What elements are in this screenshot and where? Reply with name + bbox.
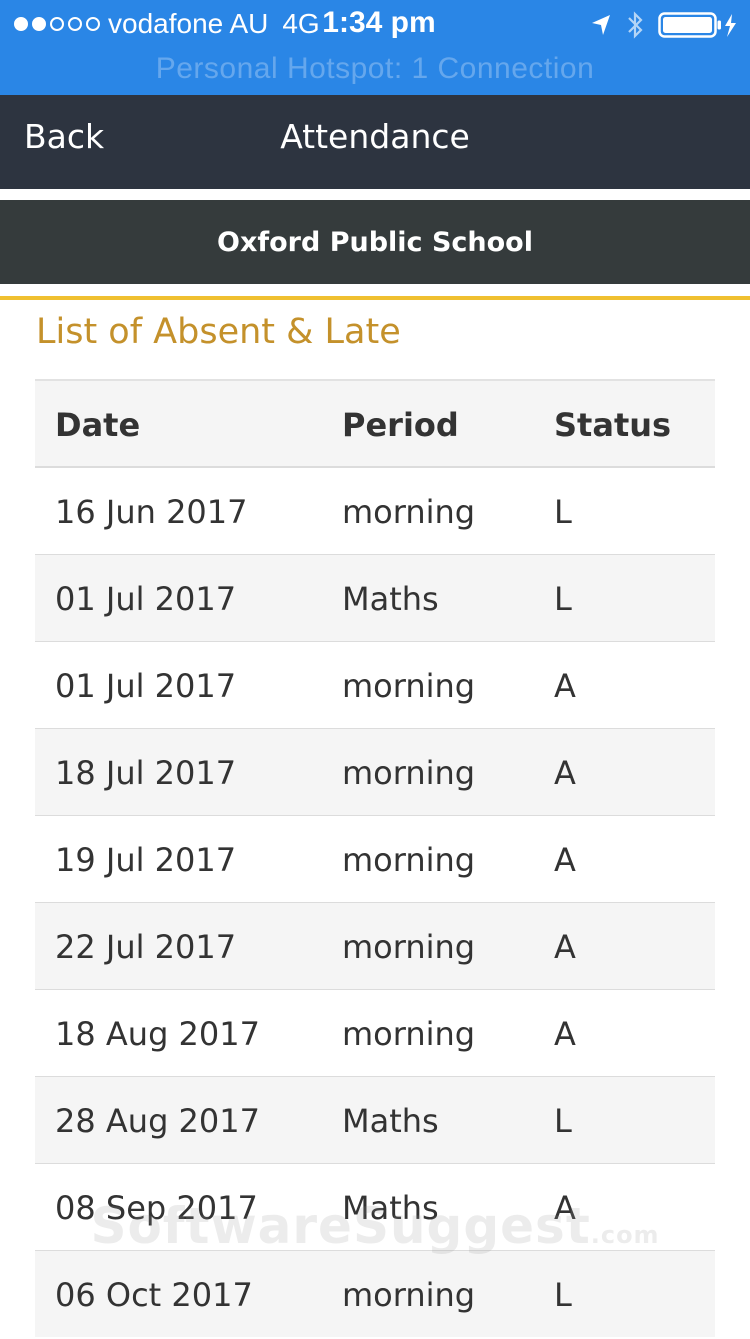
row-status: A <box>554 928 576 966</box>
row-date: 19 Jul 2017 <box>55 841 237 879</box>
row-status: A <box>554 1189 576 1227</box>
table-row: 16 Jun 2017 morning L <box>35 467 715 554</box>
table-row: 22 Jul 2017 morning A <box>35 902 715 989</box>
row-date: 22 Jul 2017 <box>55 928 237 966</box>
row-date: 01 Jul 2017 <box>55 667 237 705</box>
row-period: morning <box>342 1276 476 1314</box>
table-row: 01 Jul 2017 Maths L <box>35 554 715 641</box>
row-status: A <box>554 841 576 879</box>
row-period: Maths <box>342 580 439 618</box>
row-period: morning <box>342 667 476 705</box>
attendance-table: Date Period Status 16 Jun 2017 morning L… <box>35 379 715 1337</box>
row-date: 08 Sep 2017 <box>55 1189 258 1227</box>
section-title: List of Absent & Late <box>36 312 401 352</box>
row-status: A <box>554 1015 576 1053</box>
column-header-period: Period <box>342 406 459 444</box>
table-row: 19 Jul 2017 morning A <box>35 815 715 902</box>
navigation-bar: Back Attendance <box>0 95 750 189</box>
bluetooth-icon <box>628 11 643 39</box>
row-period: morning <box>342 841 476 879</box>
row-date: 01 Jul 2017 <box>55 580 237 618</box>
hotspot-banner[interactable]: Personal Hotspot: 1 Connection <box>0 52 750 86</box>
row-period: Maths <box>342 1189 439 1227</box>
table-row: 08 Sep 2017 Maths A <box>35 1163 715 1250</box>
column-header-status: Status <box>554 406 672 444</box>
status-right <box>590 10 738 40</box>
signal-dot <box>14 17 28 31</box>
school-name: Oxford Public School <box>0 200 750 284</box>
network-type: 4G <box>282 8 320 39</box>
signal-dot <box>86 17 100 31</box>
row-period: morning <box>342 754 476 792</box>
column-header-date: Date <box>55 406 141 444</box>
signal-dot <box>68 17 82 31</box>
row-date: 18 Jul 2017 <box>55 754 237 792</box>
row-status: L <box>554 1276 572 1314</box>
row-status: A <box>554 667 576 705</box>
row-date: 06 Oct 2017 <box>55 1276 253 1314</box>
signal-strength-icon <box>14 17 100 31</box>
table-row: 18 Jul 2017 morning A <box>35 728 715 815</box>
page-title: Attendance <box>280 117 470 156</box>
accent-divider <box>0 296 750 300</box>
battery-charging-icon <box>658 12 736 38</box>
row-status: A <box>554 754 576 792</box>
row-period: morning <box>342 493 476 531</box>
row-period: morning <box>342 928 476 966</box>
row-date: 16 Jun 2017 <box>55 493 248 531</box>
table-row: 06 Oct 2017 morning L <box>35 1250 715 1337</box>
table-header-row: Date Period Status <box>35 379 715 467</box>
status-left: vodafone AU 4G <box>14 8 346 40</box>
row-period: Maths <box>342 1102 439 1140</box>
carrier-name: vodafone AU <box>108 8 269 39</box>
status-bar: vodafone AU 4G 1:34 pm Personal Hotspot:… <box>0 0 750 95</box>
location-arrow-icon <box>592 15 610 35</box>
table-row: 28 Aug 2017 Maths L <box>35 1076 715 1163</box>
table-row: 01 Jul 2017 morning A <box>35 641 715 728</box>
signal-dot <box>50 17 64 31</box>
row-status: L <box>554 493 572 531</box>
table-row: 18 Aug 2017 morning A <box>35 989 715 1076</box>
row-date: 18 Aug 2017 <box>55 1015 260 1053</box>
row-status: L <box>554 1102 572 1140</box>
row-status: L <box>554 580 572 618</box>
row-date: 28 Aug 2017 <box>55 1102 260 1140</box>
signal-dot <box>32 17 46 31</box>
row-period: morning <box>342 1015 476 1053</box>
